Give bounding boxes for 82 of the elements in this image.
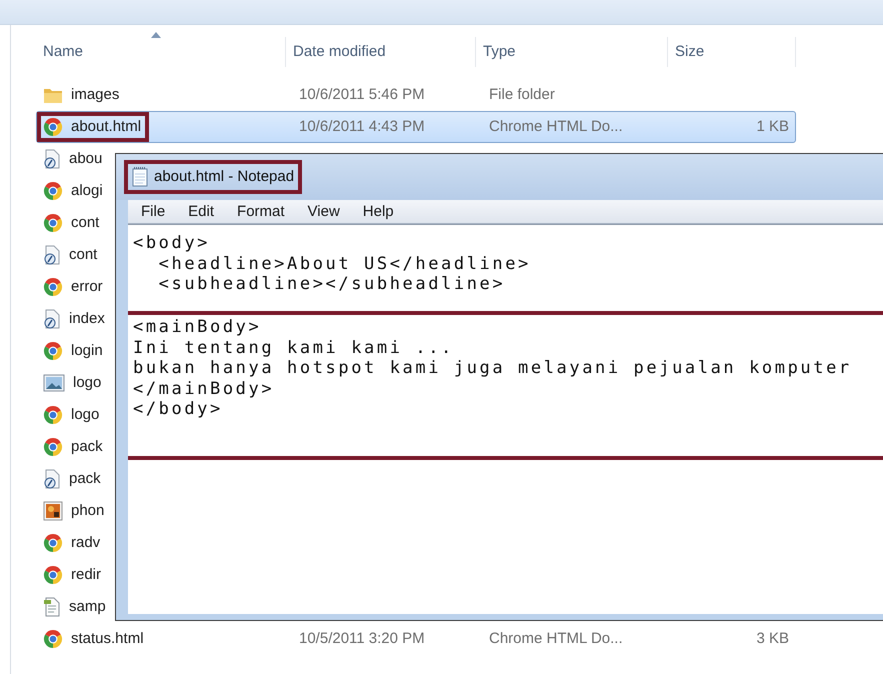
script-file-icon [43, 245, 61, 265]
menu-item[interactable]: Edit [175, 200, 224, 223]
file-row[interactable]: pack [36, 463, 116, 495]
file-row[interactable]: abou [36, 143, 116, 175]
notepad-icon [132, 167, 148, 187]
file-row[interactable]: logo [36, 399, 116, 431]
browser-file-icon [43, 213, 63, 233]
file-row[interactable]: error [36, 271, 116, 303]
file-row[interactable]: about.html 10/6/2011 4:43 PM Chrome HTML Do... 1 KB [36, 111, 796, 143]
file-row[interactable]: images 10/6/2011 5:46 PM File folder [36, 79, 796, 111]
browser-file-icon [43, 117, 63, 137]
file-row[interactable]: alogi [36, 175, 116, 207]
file-name: cont [69, 244, 98, 265]
file-name: images [71, 84, 120, 105]
code-line: bukan hanya hotspot kami juga melayani pejualan komputer [133, 358, 853, 378]
menu-item[interactable]: View [294, 200, 350, 223]
file-name: about.html [71, 116, 142, 137]
file-name: status.html [71, 628, 144, 649]
script-file-icon [43, 309, 61, 329]
file-size: 3 KB [755, 628, 790, 649]
code-line: <headline>About US</headline> [158, 254, 532, 274]
file-name: error [71, 276, 103, 297]
file-name: redir [71, 564, 102, 585]
file-name: samp [69, 596, 106, 617]
file-row[interactable]: cont [36, 239, 116, 271]
file-name: logo [73, 372, 102, 393]
browser-file-icon [43, 437, 63, 457]
file-row[interactable]: login [36, 335, 116, 367]
text-editor[interactable]: <body> <headline>About US</headline> <subheadline></subheadline> <mainBody> Ini tentang kami kami ... bukan hanya hotspot kami juga melayani pejualan komputer </mainBody> </body> [128, 224, 883, 614]
photo-file-icon [43, 501, 63, 521]
code-line: </body> [133, 399, 224, 420]
sort-arrow-icon [151, 32, 161, 38]
file-row[interactable]: samp [36, 591, 116, 623]
browser-file-icon [43, 181, 63, 201]
file-name: pack [71, 436, 103, 457]
file-name: index [69, 308, 105, 329]
code-line: <subheadline></subheadline> [158, 274, 506, 294]
file-row[interactable]: radv [36, 527, 116, 559]
text-file-icon [43, 597, 61, 617]
browser-file-icon [43, 565, 63, 585]
file-date: 10/5/2011 3:20 PM [298, 628, 426, 649]
code-line: <mainBody> [133, 317, 262, 338]
file-name: login [71, 340, 103, 361]
file-date: 10/6/2011 5:46 PM [298, 84, 426, 105]
browser-file-icon [43, 341, 63, 361]
file-row[interactable]: redir [36, 559, 116, 591]
code-line: Ini tentang kami kami ... [133, 338, 455, 358]
file-name: abou [69, 148, 102, 169]
file-name: logo [71, 404, 100, 425]
file-row[interactable]: pack [36, 431, 116, 463]
file-name: phon [71, 500, 104, 521]
file-type: Chrome HTML Do... [488, 116, 624, 137]
file-size: 1 KB [755, 116, 790, 137]
script-file-icon [43, 149, 61, 169]
script-file-icon [43, 469, 61, 489]
code-line: <body> [133, 233, 212, 254]
file-name: alogi [71, 180, 103, 201]
file-type: File folder [488, 84, 556, 105]
image-file-icon [43, 374, 65, 392]
file-name: pack [69, 468, 101, 489]
file-date: 10/6/2011 4:43 PM [298, 116, 426, 137]
file-row[interactable]: phon [36, 495, 116, 527]
browser-file-icon [43, 277, 63, 297]
browser-file-icon [43, 533, 63, 553]
browser-file-icon [43, 629, 63, 649]
browser-file-icon [43, 405, 63, 425]
column-header[interactable]: Date modified [286, 37, 476, 67]
column-header[interactable]: Type [476, 37, 668, 67]
file-name: radv [71, 532, 100, 553]
menu-item[interactable]: Format [224, 200, 295, 223]
column-header[interactable]: Size [668, 37, 796, 67]
file-row[interactable]: logo [36, 367, 116, 399]
file-name: cont [71, 212, 100, 233]
file-type: Chrome HTML Do... [488, 628, 624, 649]
file-row[interactable]: index [36, 303, 116, 335]
folder-icon [43, 86, 63, 104]
window-title: about.html - Notepad [154, 166, 294, 187]
menu-item[interactable]: File [128, 200, 176, 223]
code-line: </mainBody> [133, 378, 276, 399]
menu-item[interactable]: Help [350, 200, 404, 223]
file-row[interactable]: status.html 10/5/2011 3:20 PM Chrome HTML Do... 3 KB [36, 623, 796, 655]
file-row[interactable]: cont [36, 207, 116, 239]
